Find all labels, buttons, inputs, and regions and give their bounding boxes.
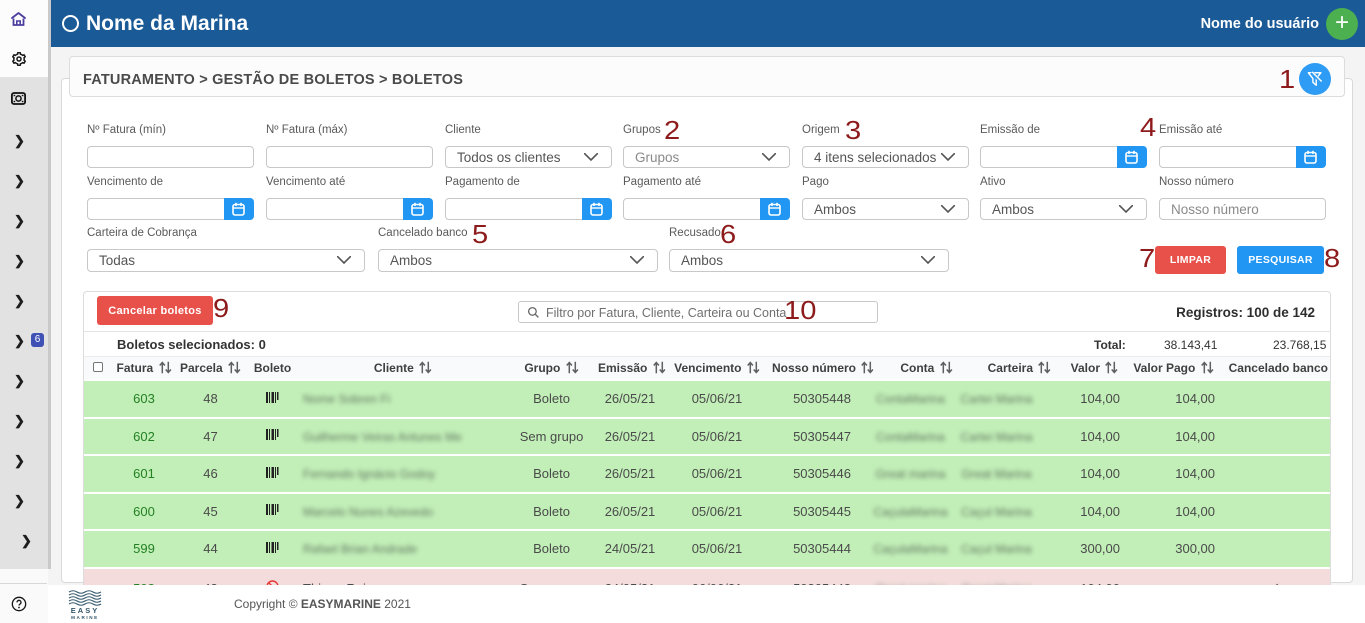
svg-text:MARINE: MARINE	[71, 615, 99, 620]
svg-text:EASY: EASY	[71, 606, 99, 615]
